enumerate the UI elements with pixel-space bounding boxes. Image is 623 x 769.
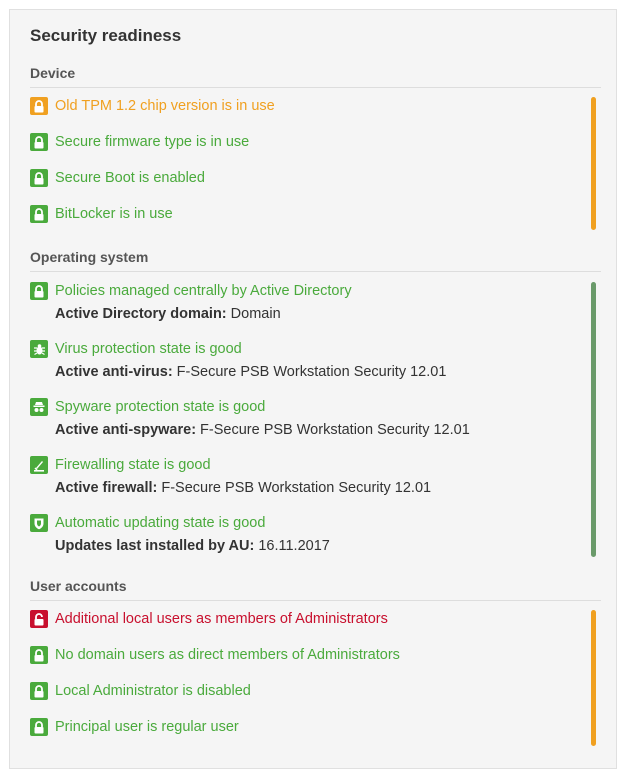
os-item-detail: Active Directory domain: Domain — [55, 305, 352, 323]
device-item-label: Secure Boot is enabled — [55, 170, 205, 186]
os-item: Policies managed centrally by Active Dir… — [30, 282, 352, 323]
users-item: Principal user is regular user — [30, 718, 239, 736]
section-heading-user-accounts: User accounts — [30, 578, 601, 601]
os-item-label: Policies managed centrally by Active Dir… — [55, 283, 352, 299]
lock-icon — [30, 97, 48, 115]
users-group: Additional local users as members of Adm… — [30, 610, 596, 750]
os-item: Spyware protection state is good Active a… — [30, 398, 470, 439]
users-item-label: Additional local users as members of Adm… — [55, 611, 388, 627]
device-item: Secure firmware type is in use — [30, 133, 249, 151]
spy-icon — [30, 398, 48, 416]
device-item-label: Old TPM 1.2 chip version is in use — [55, 98, 275, 114]
firewall-icon — [30, 456, 48, 474]
detail-value: F-Secure PSB Workstation Security 12.01 — [172, 364, 447, 380]
lock-icon — [30, 646, 48, 664]
os-item-label: Spyware protection state is good — [55, 399, 266, 415]
unlock-icon — [30, 610, 48, 628]
os-item-detail: Updates last installed by AU: 16.11.2017 — [55, 537, 330, 555]
os-status-bar — [591, 282, 596, 557]
users-item: No domain users as direct members of Adm… — [30, 646, 400, 664]
shield-icon — [30, 514, 48, 532]
users-status-bar — [591, 610, 596, 746]
panel-title: Security readiness — [30, 26, 182, 45]
os-item: Automatic updating state is good Updates … — [30, 514, 330, 555]
device-item: Old TPM 1.2 chip version is in use — [30, 97, 275, 115]
detail-key: Active Directory domain: — [55, 306, 227, 322]
device-item-label: BitLocker is in use — [55, 206, 173, 222]
lock-icon — [30, 682, 48, 700]
users-item-label: Principal user is regular user — [55, 719, 239, 735]
os-item: Firewalling state is good Active firewall… — [30, 456, 431, 497]
section-heading-device: Device — [30, 65, 601, 88]
detail-value: 16.11.2017 — [254, 538, 330, 554]
detail-value: F-Secure PSB Workstation Security 12.01 — [196, 422, 470, 438]
lock-icon — [30, 133, 48, 151]
section-heading-operating-system: Operating system — [30, 249, 601, 272]
device-item: Secure Boot is enabled — [30, 169, 205, 187]
lock-icon — [30, 169, 48, 187]
lock-icon — [30, 718, 48, 736]
users-item: Local Administrator is disabled — [30, 682, 251, 700]
os-item-label: Virus protection state is good — [55, 341, 242, 357]
device-group: Old TPM 1.2 chip version is in use Secure… — [30, 97, 596, 232]
device-status-bar — [591, 97, 596, 230]
os-item-detail: Active firewall: F-Secure PSB Workstatio… — [55, 479, 431, 497]
users-item-label: Local Administrator is disabled — [55, 683, 251, 699]
os-group: Policies managed centrally by Active Dir… — [30, 282, 596, 562]
os-item-detail: Active anti-spyware: F-Secure PSB Workst… — [55, 421, 470, 439]
detail-key: Updates last installed by AU: — [55, 538, 255, 554]
os-item-label: Automatic updating state is good — [55, 515, 266, 531]
detail-value: Domain — [226, 306, 281, 322]
bug-icon — [30, 340, 48, 358]
lock-icon — [30, 282, 48, 300]
detail-key: Active anti-virus: — [55, 364, 173, 380]
users-item: Additional local users as members of Adm… — [30, 610, 388, 628]
os-item-detail: Active anti-virus: F-Secure PSB Workstat… — [55, 363, 446, 381]
device-item-label: Secure firmware type is in use — [55, 134, 250, 150]
lock-icon — [30, 205, 48, 223]
detail-key: Active firewall: — [55, 480, 158, 496]
users-item-label: No domain users as direct members of Adm… — [55, 647, 400, 663]
device-item: BitLocker is in use — [30, 205, 173, 223]
detail-key: Active anti-spyware: — [55, 422, 197, 438]
os-item-label: Firewalling state is good — [55, 457, 211, 473]
os-item: Virus protection state is good Active ant… — [30, 340, 446, 381]
detail-value: F-Secure PSB Workstation Security 12.01 — [157, 480, 432, 496]
